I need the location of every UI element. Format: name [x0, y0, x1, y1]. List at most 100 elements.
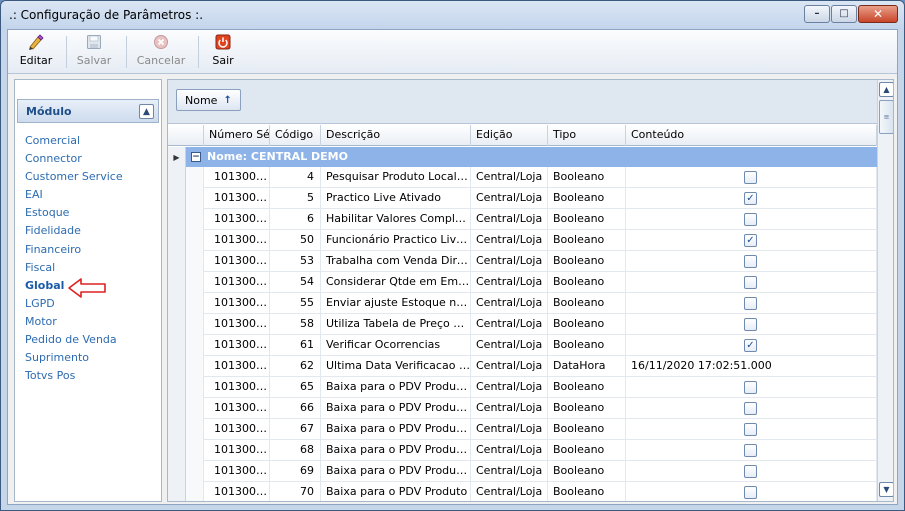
table-row[interactable]: 1013002265Baixa para o PDV Produto Inati…	[168, 377, 877, 398]
module-item[interactable]: Suprimento	[25, 349, 155, 367]
table-row[interactable]: 10130022 70 Baixa para o PDV Produto Centra…	[168, 482, 877, 501]
row-indicator[interactable]	[168, 461, 186, 482]
module-item[interactable]: Comercial	[25, 132, 155, 150]
cell-codigo: 61	[270, 335, 321, 356]
checkbox[interactable]	[744, 171, 757, 184]
checkbox[interactable]: ✓	[744, 234, 757, 247]
collapse-group-icon[interactable]: −	[191, 152, 201, 162]
group-row[interactable]: ▶ − Nome: CENTRAL DEMO	[168, 147, 877, 167]
checkbox[interactable]: ✓	[744, 339, 757, 352]
cell-serie: 10130022	[204, 419, 270, 440]
checkbox[interactable]	[744, 486, 757, 499]
row-group-indent	[186, 209, 204, 230]
row-indicator[interactable]	[168, 188, 186, 209]
row-indicator[interactable]	[168, 314, 186, 335]
group-by-name-button[interactable]: Nome ↑	[176, 89, 241, 111]
row-indicator[interactable]	[168, 272, 186, 293]
cell-conteudo	[626, 293, 877, 314]
title-bar[interactable]: .: Configuração de Parâmetros :. – □ ✕	[1, 1, 904, 29]
column-header[interactable]: Número Série	[204, 125, 270, 146]
scroll-thumb[interactable]: ≡	[879, 100, 893, 134]
row-indicator[interactable]	[168, 398, 186, 419]
row-indicator[interactable]	[168, 251, 186, 272]
vertical-scrollbar[interactable]: ▲ ≡ ▼	[877, 80, 893, 501]
table-row[interactable]: 1013002266Baixa para o PDV Produto Cance…	[168, 398, 877, 419]
save-button[interactable]: Salvar	[74, 32, 114, 72]
power-icon	[215, 32, 231, 52]
checkbox[interactable]	[744, 402, 757, 415]
cell-conteudo: ✓	[626, 188, 877, 209]
column-header[interactable]: Edição	[471, 125, 548, 146]
row-indicator[interactable]	[168, 377, 186, 398]
module-item[interactable]: Financeiro	[25, 241, 155, 259]
table-row[interactable]: 10130022 5 Practico Live Ativado Central/Lo…	[168, 188, 877, 209]
row-indicator[interactable]	[168, 419, 186, 440]
checkbox[interactable]	[744, 213, 757, 226]
column-header[interactable]: Código	[270, 125, 321, 146]
close-icon: ✕	[872, 7, 884, 21]
cancel-button[interactable]: Cancelar	[134, 32, 188, 72]
toolbar-separator	[198, 36, 199, 68]
cell-descricao: Baixa para o PDV Produto Cancelado	[321, 398, 471, 419]
cell-serie: 10130022	[204, 251, 270, 272]
table-row[interactable]: 1013002255Enviar ajuste Estoque na Integ…	[168, 293, 877, 314]
module-item[interactable]: Estoque	[25, 204, 155, 222]
module-item[interactable]: Pedido de Venda	[25, 331, 155, 349]
row-indicator[interactable]	[168, 356, 186, 377]
table-row[interactable]: 10130022 53 Trabalha com Venda Direta Centr…	[168, 251, 877, 272]
column-header[interactable]: Descrição	[321, 125, 471, 146]
cell-descricao: Trabalha com Venda Direta	[321, 251, 471, 272]
cell-serie: 10130022	[204, 314, 270, 335]
scroll-up-button[interactable]: ▲	[879, 82, 893, 97]
checkbox[interactable]	[744, 297, 757, 310]
module-item[interactable]: Connector	[25, 150, 155, 168]
row-indicator[interactable]	[168, 335, 186, 356]
table-row[interactable]: 1013002250Funcionário Practico Live! Ati…	[168, 230, 877, 251]
row-group-indent	[186, 167, 204, 188]
row-group-indent	[186, 377, 204, 398]
table-row[interactable]: 1013002258Utiliza Tabela de Preço Especi…	[168, 314, 877, 335]
module-item[interactable]: EAI	[25, 186, 155, 204]
table-row[interactable]: 1013002262Ultima Data Verificacao AçõesC…	[168, 356, 877, 377]
module-item[interactable]: Motor	[25, 313, 155, 331]
table-row[interactable]: 10130022 61 Verificar Ocorrencias Central/L…	[168, 335, 877, 356]
checkbox[interactable]	[744, 381, 757, 394]
collapse-button[interactable]: ▲	[139, 104, 154, 119]
row-indicator[interactable]	[168, 440, 186, 461]
row-indicator[interactable]	[168, 209, 186, 230]
scroll-down-button[interactable]: ▼	[879, 482, 893, 497]
row-indicator[interactable]	[168, 293, 186, 314]
exit-button[interactable]: Sair	[208, 32, 238, 72]
checkbox[interactable]: ✓	[744, 192, 757, 205]
module-item[interactable]: Customer Service	[25, 168, 155, 186]
module-item[interactable]: Fiscal	[25, 259, 155, 277]
table-row[interactable]: 1013002267Baixa para o PDV Produto Bloqu…	[168, 419, 877, 440]
cell-edicao: Central/Loja	[471, 335, 548, 356]
column-header[interactable]: Tipo	[548, 125, 626, 146]
table-row[interactable]: 1013002268Baixa para o PDV Produto Suspe…	[168, 440, 877, 461]
cell-tipo: Booleano	[548, 314, 626, 335]
table-row[interactable]: 1013002269Baixa para o PDV Produto Desco…	[168, 461, 877, 482]
table-row[interactable]: 101300224Pesquisar Produto LocalmenteCen…	[168, 167, 877, 188]
cell-descricao: Utiliza Tabela de Preço Especial	[321, 314, 471, 335]
checkbox[interactable]	[744, 318, 757, 331]
maximize-button[interactable]: □	[831, 5, 857, 23]
row-indicator[interactable]	[168, 482, 186, 501]
close-button[interactable]: ✕	[858, 5, 898, 23]
table-row[interactable]: 101300226Habilitar Valores Complementare…	[168, 209, 877, 230]
checkbox[interactable]	[744, 444, 757, 457]
cell-descricao: Ultima Data Verificacao Ações	[321, 356, 471, 377]
column-header[interactable]: Conteúdo	[626, 125, 877, 146]
checkbox[interactable]	[744, 423, 757, 436]
checkbox[interactable]	[744, 276, 757, 289]
row-indicator[interactable]	[168, 167, 186, 188]
table-row[interactable]: 1013002254Considerar Qtde em EmpenhoCent…	[168, 272, 877, 293]
cell-edicao: Central/Loja	[471, 356, 548, 377]
checkbox[interactable]	[744, 255, 757, 268]
module-item[interactable]: Totvs Pos	[25, 367, 155, 385]
row-indicator[interactable]	[168, 230, 186, 251]
edit-button[interactable]: Editar	[18, 32, 54, 72]
checkbox[interactable]	[744, 465, 757, 478]
minimize-button[interactable]: –	[804, 5, 830, 23]
module-item[interactable]: Fidelidade	[25, 222, 155, 240]
